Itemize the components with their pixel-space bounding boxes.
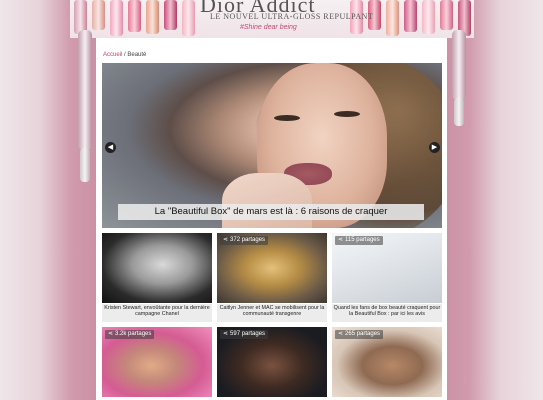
article-caption[interactable]: Quand les fans de box beauté craquent po… — [332, 304, 442, 322]
content-column: Accueil / Beauté ◀ ▶ La "Beautiful Box" … — [96, 38, 447, 400]
article-thumbnail[interactable]: ⋖ 597 partages — [217, 327, 327, 397]
banner-tagline: #Shine dear being — [240, 24, 297, 31]
share-icon: ⋖ — [223, 331, 229, 337]
slider-prev-button[interactable]: ◀ — [105, 142, 116, 153]
article-thumbnail[interactable]: ⋖ 3.2k partages — [102, 327, 212, 397]
share-icon: ⋖ — [223, 237, 229, 243]
hero-slider[interactable]: ◀ ▶ La "Beautiful Box" de mars est là : … — [102, 63, 442, 228]
article-thumbnail[interactable]: ⋖ 372 partages — [217, 233, 327, 303]
left-wand-tip — [80, 148, 90, 182]
article-thumbnail[interactable]: ⋖ 115 partages — [332, 233, 442, 303]
share-icon: ⋖ — [108, 331, 114, 337]
slider-next-button[interactable]: ▶ — [429, 142, 440, 153]
breadcrumb-home-link[interactable]: Accueil — [103, 52, 122, 58]
share-count-badge: ⋖ 3.2k partages — [105, 330, 155, 339]
share-count-badge: ⋖ 265 partages — [335, 330, 384, 339]
hero-caption[interactable]: La "Beautiful Box" de mars est là : 6 ra… — [118, 204, 424, 220]
breadcrumb: Accueil / Beauté — [103, 52, 146, 58]
share-icon: ⋖ — [338, 237, 344, 243]
hero-image-eye-right — [334, 111, 360, 117]
right-wand-tip — [454, 98, 464, 126]
banner-subtitle: LE NOUVEL ULTRA-GLOSS REPULPANT — [210, 12, 374, 21]
article-thumbnail[interactable]: ⋖ 265 partages — [332, 327, 442, 397]
article-thumbnail[interactable] — [102, 233, 212, 303]
share-count-badge: ⋖ 115 partages — [335, 236, 383, 245]
ad-banner[interactable]: Dior Addict LE NOUVEL ULTRA-GLOSS REPULP… — [70, 0, 474, 38]
left-wand-decoration — [78, 30, 92, 150]
hero-image-eye-left — [274, 115, 300, 121]
share-count-badge: ⋖ 597 partages — [220, 330, 269, 339]
right-wand-decoration — [452, 30, 466, 100]
share-icon: ⋖ — [338, 331, 344, 337]
breadcrumb-current: Beauté — [127, 52, 147, 58]
share-count-badge: ⋖ 372 partages — [220, 236, 269, 245]
article-caption[interactable]: Caitlyn Jenner et MAC se mobilisent pour… — [217, 304, 327, 322]
article-caption[interactable]: Kristen Stewart, envoûtante pour la dern… — [102, 304, 212, 322]
